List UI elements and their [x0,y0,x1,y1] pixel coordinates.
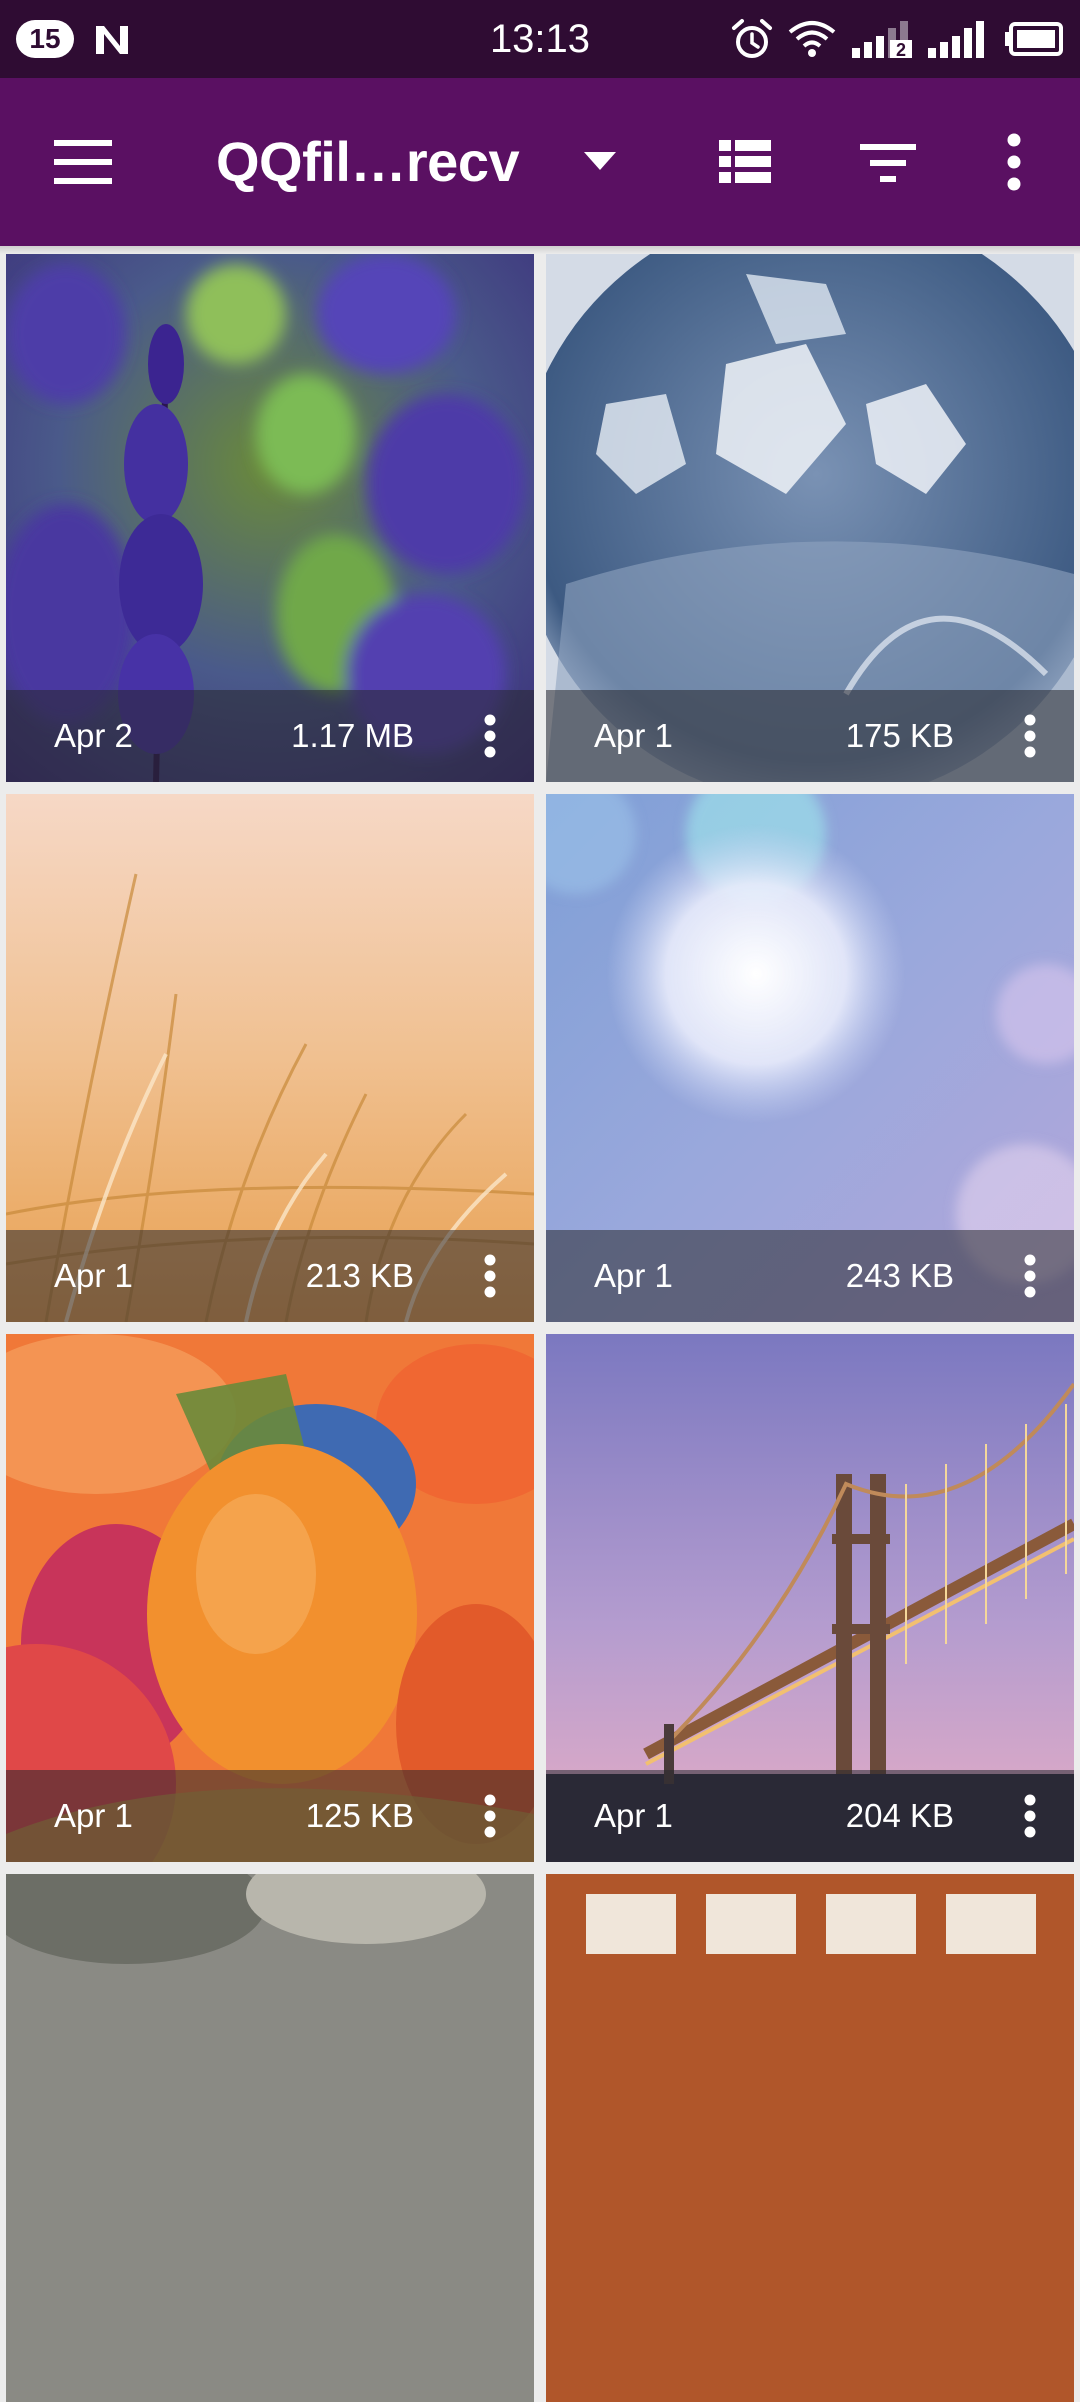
tile-date: Apr 1 [54,1797,133,1834]
filter-button[interactable] [838,112,938,212]
tile-more-button[interactable] [460,1246,520,1306]
n-icon [96,26,128,54]
tile-size: 1.17 MB [291,717,414,754]
more-vert-icon [484,1254,496,1298]
signal-icon: 2 [852,21,912,60]
tile-date: Apr 1 [594,1257,673,1294]
tile-info-bar: Apr 1 175 KB [546,690,1074,782]
tile-info-bar: Apr 1 213 KB [6,1230,534,1322]
tile-date: Apr 1 [594,1797,673,1834]
alarm-icon [732,19,772,58]
signal-icon [928,21,984,58]
folder-selector[interactable]: QQfil…recv [210,112,630,212]
image-tile[interactable] [6,1874,534,2402]
page-title: QQfil…recv [216,130,520,193]
wifi-icon [788,21,836,57]
image-tile[interactable] [546,1874,1074,2402]
more-vert-icon [484,1794,496,1838]
battery-icon [1005,22,1063,56]
image-tile[interactable]: Apr 1 125 KB [6,1334,534,1862]
image-thumbnail [546,1874,1074,2402]
app-bar: QQfil…recv [0,78,1080,246]
view-list-button[interactable] [695,112,795,212]
tile-more-button[interactable] [1000,1786,1060,1846]
image-tile[interactable]: Apr 1 175 KB [546,254,1074,782]
more-vert-icon [1024,1254,1036,1298]
menu-button[interactable] [34,112,134,212]
tile-info-bar: Apr 1 243 KB [546,1230,1074,1322]
tile-more-button[interactable] [1000,706,1060,766]
tile-info-bar: Apr 2 1.17 MB [6,690,534,782]
dropdown-icon [584,152,616,170]
tile-more-button[interactable] [460,1786,520,1846]
tile-date: Apr 2 [54,717,133,754]
app-bar-shadow [0,246,1080,254]
tile-more-button[interactable] [1000,1246,1060,1306]
tile-size: 204 KB [845,1797,954,1834]
menu-icon [54,140,112,184]
tile-size: 125 KB [305,1797,414,1834]
sim-label: 2 [896,40,906,60]
tile-date: Apr 1 [54,1257,133,1294]
tile-more-button[interactable] [460,706,520,766]
status-bar: 15 13:13 2 [0,0,1080,78]
tile-size: 243 KB [845,1257,954,1294]
filter-icon [860,144,916,182]
image-tile[interactable]: Apr 1 204 KB [546,1334,1074,1862]
tile-info-bar: Apr 1 204 KB [546,1770,1074,1862]
image-thumbnail [6,1874,534,2402]
more-vert-icon [484,714,496,758]
image-tile[interactable]: Apr 2 1.17 MB [6,254,534,782]
more-vert-icon [1024,714,1036,758]
more-vert-icon [1007,133,1021,191]
tile-date: Apr 1 [594,717,673,754]
more-vert-icon [1024,1794,1036,1838]
tile-size: 175 KB [845,717,954,754]
view-list-icon [719,140,771,183]
status-time: 13:13 [489,17,591,61]
tile-size: 213 KB [305,1257,414,1294]
image-tile[interactable]: Apr 1 243 KB [546,794,1074,1322]
more-options-button[interactable] [964,112,1064,212]
image-tile[interactable]: Apr 1 213 KB [6,794,534,1322]
image-grid: Apr 2 1.17 MB Apr 1 175 KB Apr 1 213 KB … [0,254,1080,2402]
tile-info-bar: Apr 1 125 KB [6,1770,534,1862]
notification-count-badge: 15 [16,20,74,58]
